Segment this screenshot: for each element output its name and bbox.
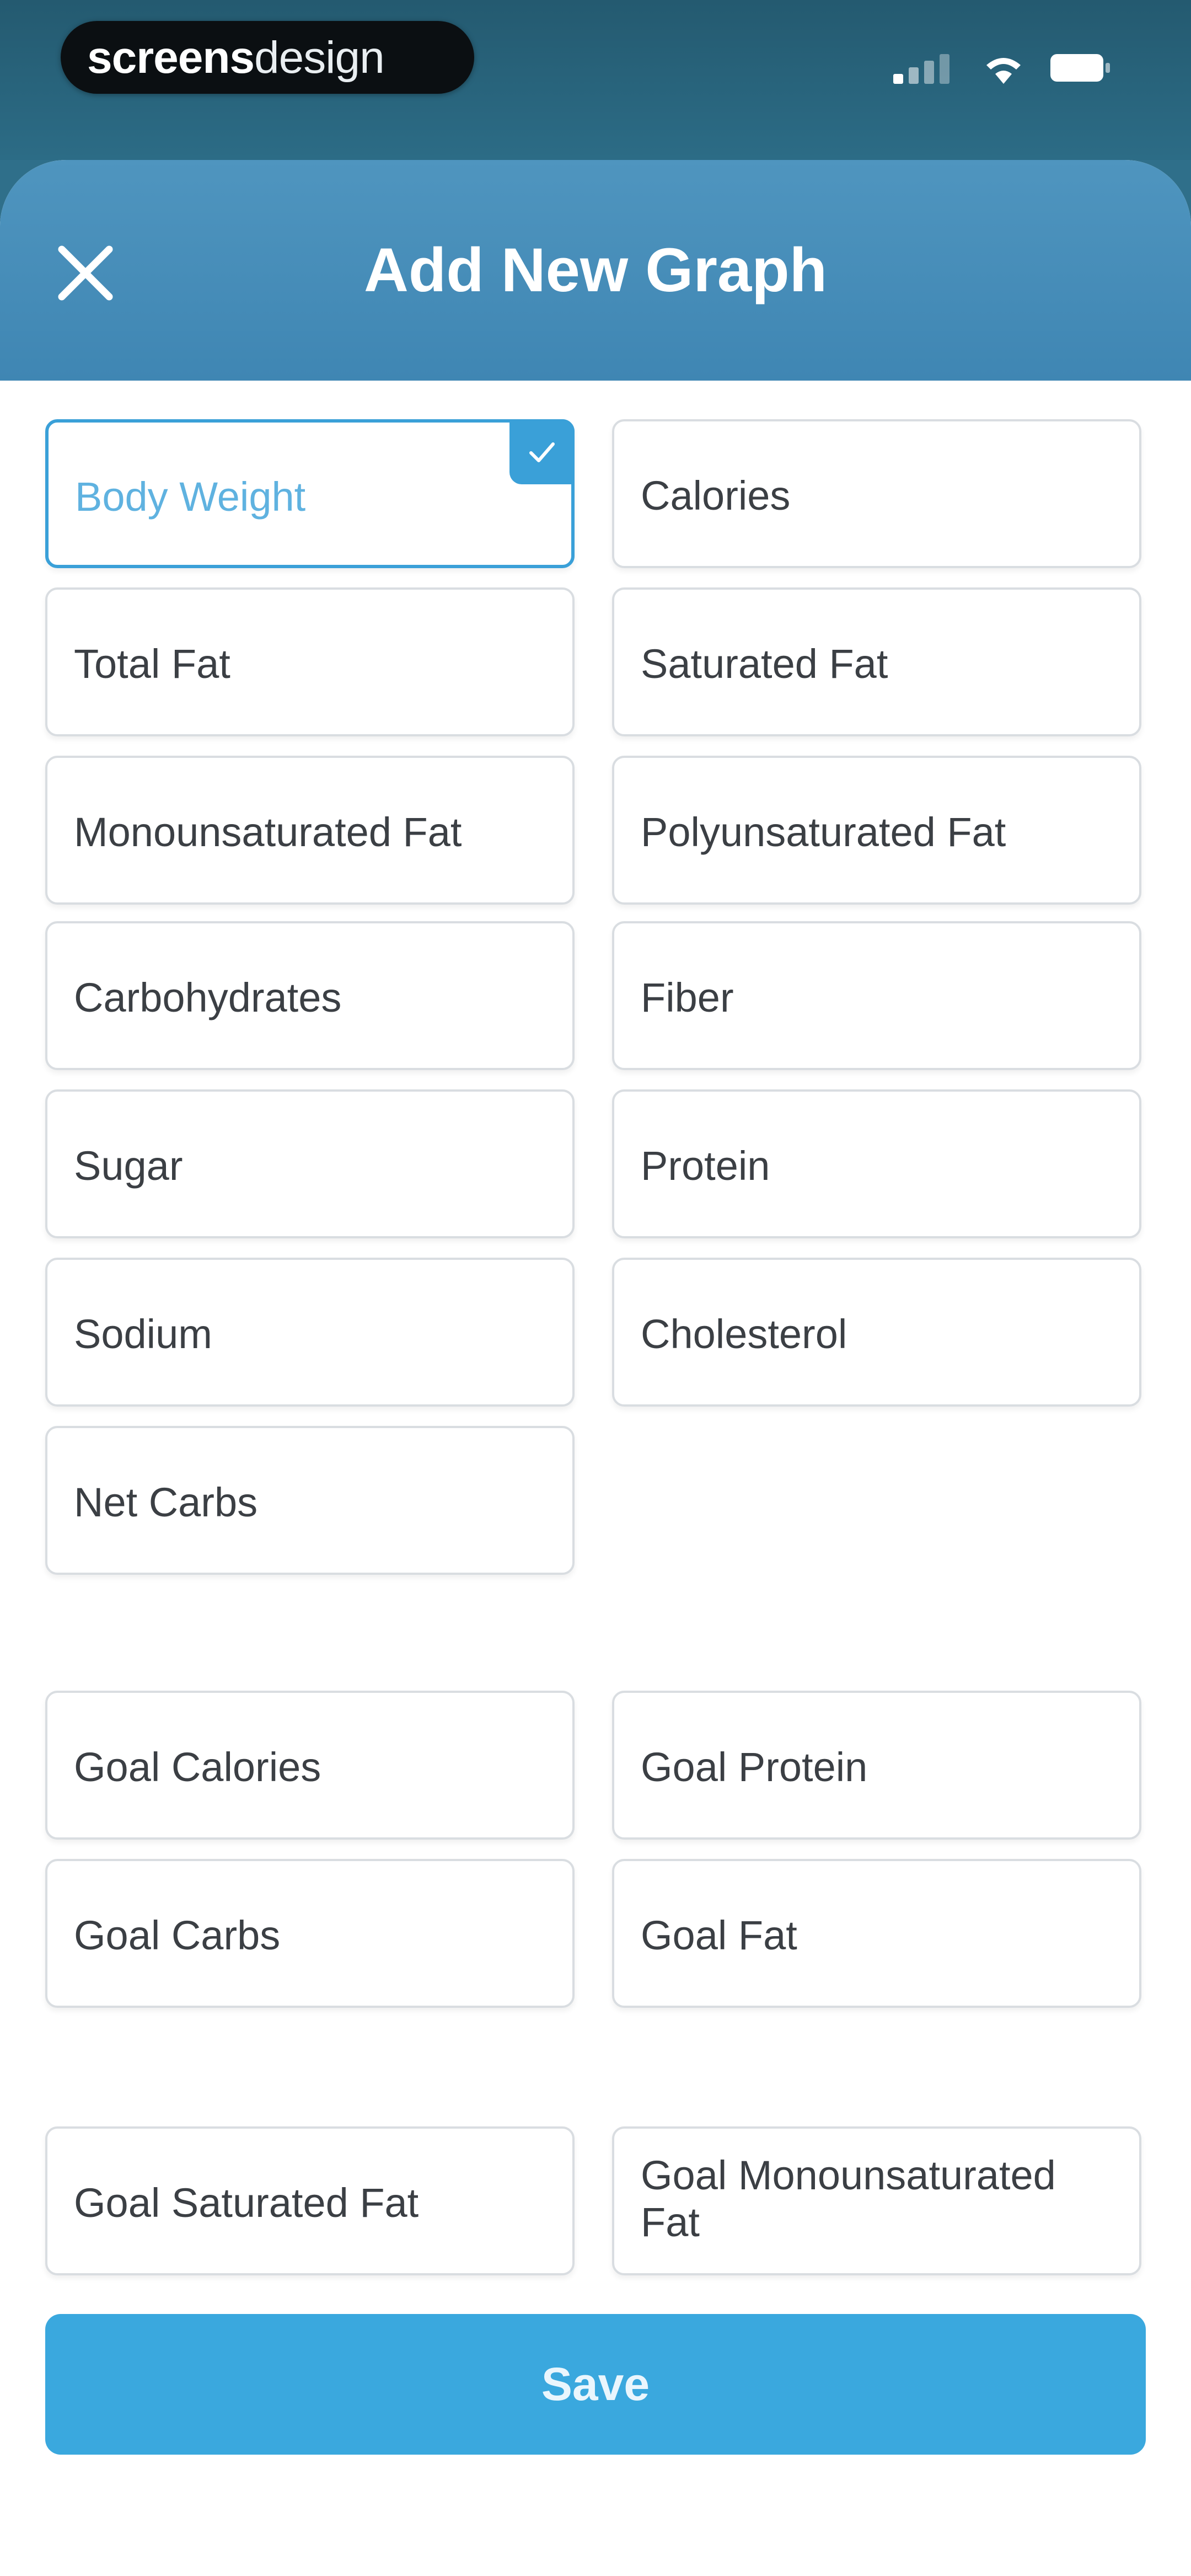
- option-fiber[interactable]: Fiber: [612, 921, 1141, 1070]
- option-total-fat[interactable]: Total Fat: [45, 587, 575, 736]
- brand-logo: screensdesign: [61, 21, 474, 94]
- option-label: Calories: [641, 473, 791, 519]
- option-label: Sodium: [74, 1311, 212, 1358]
- option-sodium[interactable]: Sodium: [45, 1258, 575, 1407]
- option-protein[interactable]: Protein: [612, 1089, 1141, 1238]
- brand-text-bold: screens: [87, 33, 255, 83]
- option-goal-calories[interactable]: Goal Calories: [45, 1691, 575, 1840]
- option-label: Protein: [641, 1143, 770, 1189]
- status-icons: [893, 51, 1114, 89]
- option-label: Polyunsaturated Fat: [641, 809, 1006, 856]
- add-graph-sheet: Add New Graph Body Weight Calories Total…: [0, 160, 1191, 2576]
- option-label: Body Weight: [75, 474, 306, 520]
- graph-options-list[interactable]: Body Weight Calories Total Fat Saturated…: [0, 381, 1191, 2295]
- save-button[interactable]: Save: [45, 2314, 1146, 2455]
- wifi-icon: [986, 58, 1021, 84]
- option-calories[interactable]: Calories: [612, 419, 1141, 568]
- option-label: Goal Protein: [641, 1744, 868, 1791]
- option-polyunsaturated-fat[interactable]: Polyunsaturated Fat: [612, 756, 1141, 905]
- page-title: Add New Graph: [363, 236, 828, 304]
- signal-icon: [893, 51, 954, 84]
- sheet-header: Add New Graph: [0, 160, 1191, 381]
- option-goal-fat[interactable]: Goal Fat: [612, 1859, 1141, 2008]
- option-goal-carbs[interactable]: Goal Carbs: [45, 1859, 575, 2008]
- option-label: Net Carbs: [74, 1479, 258, 1526]
- option-label: Goal Monounsaturated Fat: [641, 2152, 1056, 2246]
- option-label: Saturated Fat: [641, 641, 888, 687]
- option-label: Sugar: [74, 1143, 183, 1189]
- brand-text-light: design: [254, 33, 385, 83]
- option-label: Carbohydrates: [74, 975, 342, 1021]
- option-goal-protein[interactable]: Goal Protein: [612, 1691, 1141, 1840]
- option-label: Goal Carbs: [74, 1912, 281, 1959]
- option-saturated-fat[interactable]: Saturated Fat: [612, 587, 1141, 736]
- option-label: Fiber: [641, 975, 734, 1021]
- brand-text: screensdesign: [87, 33, 385, 83]
- option-sugar[interactable]: Sugar: [45, 1089, 575, 1238]
- checkmark-icon: [529, 442, 555, 462]
- option-label: Goal Fat: [641, 1912, 797, 1959]
- option-monounsaturated-fat[interactable]: Monounsaturated Fat: [45, 756, 575, 905]
- option-body-weight[interactable]: Body Weight: [45, 419, 575, 568]
- option-label: Monounsaturated Fat: [74, 809, 462, 856]
- option-goal-monounsaturated-fat[interactable]: Goal Monounsaturated Fat: [612, 2126, 1141, 2275]
- option-cholesterol[interactable]: Cholesterol: [612, 1258, 1141, 1407]
- option-carbohydrates[interactable]: Carbohydrates: [45, 921, 575, 1070]
- option-goal-saturated-fat[interactable]: Goal Saturated Fat: [45, 2126, 575, 2275]
- option-label: Total Fat: [74, 641, 230, 687]
- check-badge: [509, 419, 575, 484]
- option-net-carbs[interactable]: Net Carbs: [45, 1426, 575, 1575]
- option-label: Cholesterol: [641, 1311, 847, 1358]
- status-bar: screensdesign: [0, 0, 1191, 160]
- option-label: Goal Calories: [74, 1744, 321, 1791]
- battery-icon: [1050, 54, 1111, 82]
- option-label: Goal Saturated Fat: [74, 2180, 419, 2226]
